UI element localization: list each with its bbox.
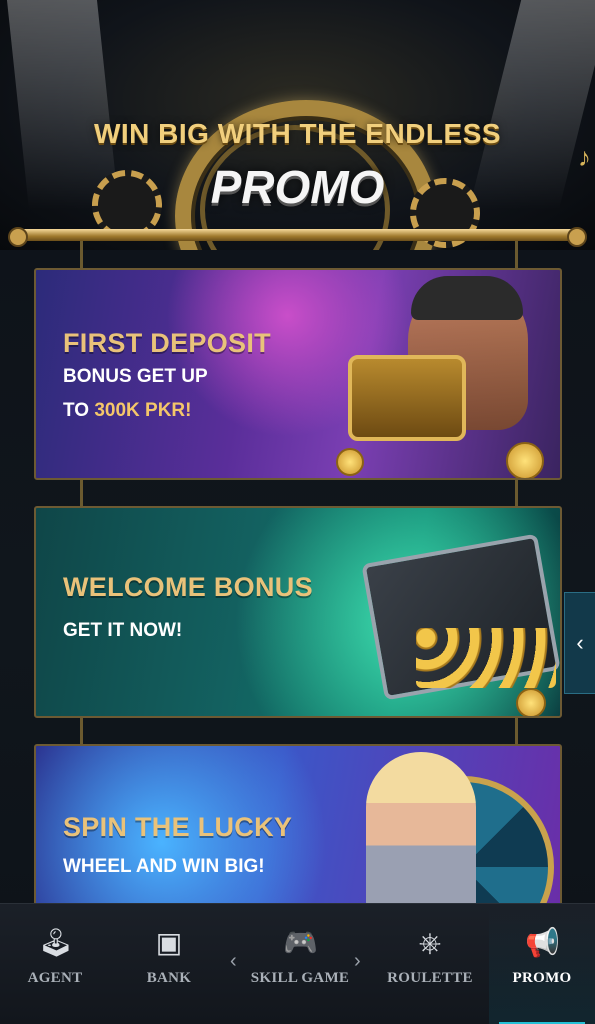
gamepad-icon: 🎮: [283, 927, 318, 958]
header-subtitle: PROMO: [210, 161, 385, 213]
banner-subtitle-line2: TO 300K PKR!: [63, 400, 191, 422]
nav-label: SKILL GAME: [250, 970, 350, 986]
coin-icon: [516, 688, 546, 716]
nav-item-promo[interactable]: 📢 PROMO: [489, 904, 595, 1024]
nav-item-skill-game[interactable]: 🎮 SKILL GAME: [240, 904, 360, 1024]
gold-coins-image: [416, 628, 556, 688]
nav-label: PROMO: [512, 970, 572, 986]
first-deposit-banner[interactable]: FIRST DEPOSIT BONUS GET UP TO 300K PKR!: [34, 268, 562, 480]
host-character-image: [366, 752, 476, 907]
nav-label: BANK: [146, 970, 192, 986]
banner-text: TO: [63, 400, 95, 421]
nav-item-roulette[interactable]: ⎈ ROULETTE: [375, 904, 485, 1024]
lucky-wheel-banner[interactable]: SPIN THE LUCKY WHEEL AND WIN BIG!: [34, 744, 562, 909]
banner-title: SPIN THE LUCKY: [63, 812, 293, 842]
promo-screen: WIN BIG WITH THE ENDLESS PROMO ♪ FIRST D…: [0, 0, 595, 1024]
music-note-icon: ♪: [578, 142, 591, 172]
banner-title: FIRST DEPOSIT: [63, 328, 271, 358]
banner-subtitle-line1: GET IT NOW!: [63, 620, 183, 641]
coin-icon: [336, 448, 364, 476]
rod-knob-right: [567, 227, 587, 247]
promo-header-banner: WIN BIG WITH THE ENDLESS PROMO ♪: [0, 0, 595, 250]
rod-knob-left: [8, 227, 28, 247]
hanging-rod: [12, 229, 584, 241]
hanging-string: [515, 241, 518, 269]
nav-label: ROULETTE: [387, 970, 473, 986]
nav-item-bank[interactable]: ▣ BANK: [114, 904, 224, 1024]
hanging-string: [80, 718, 83, 745]
nav-prev-chevron-icon[interactable]: ‹: [230, 950, 237, 973]
banner-subtitle-line1: WHEEL AND WIN BIG!: [63, 856, 265, 877]
banner-subtitle-line1: BONUS GET UP: [63, 366, 208, 387]
nav-label: AGENT: [27, 970, 83, 986]
bonus-amount: 300K PKR!: [94, 400, 192, 421]
hanging-string: [515, 480, 518, 507]
chevron-left-icon: ‹: [576, 630, 584, 655]
coin-icon: [506, 442, 544, 478]
treasure-chest-icon: [348, 355, 466, 441]
hanging-string: [80, 241, 83, 269]
banner-title: WELCOME BONUS: [63, 572, 313, 602]
nav-item-agent[interactable]: 🕹 AGENT: [0, 904, 110, 1024]
megaphone-icon: 📢: [525, 927, 560, 958]
bottom-navigation-bar: 🕹 AGENT ▣ BANK 🎮 SKILL GAME ⎈ ROULETTE 📢…: [0, 903, 595, 1024]
welcome-bonus-banner[interactable]: WELCOME BONUS GET IT NOW!: [34, 506, 562, 718]
mascot-hair: [411, 276, 523, 320]
roulette-icon: ⎈: [418, 927, 442, 958]
nav-next-chevron-icon[interactable]: ›: [354, 950, 361, 973]
header-title: WIN BIG WITH THE ENDLESS: [93, 118, 502, 149]
agent-icon: 🕹: [38, 927, 74, 958]
side-drawer-tab[interactable]: ‹: [564, 592, 595, 694]
hanging-string: [515, 718, 518, 745]
hanging-string: [80, 480, 83, 507]
safe-icon: ▣: [155, 927, 183, 958]
